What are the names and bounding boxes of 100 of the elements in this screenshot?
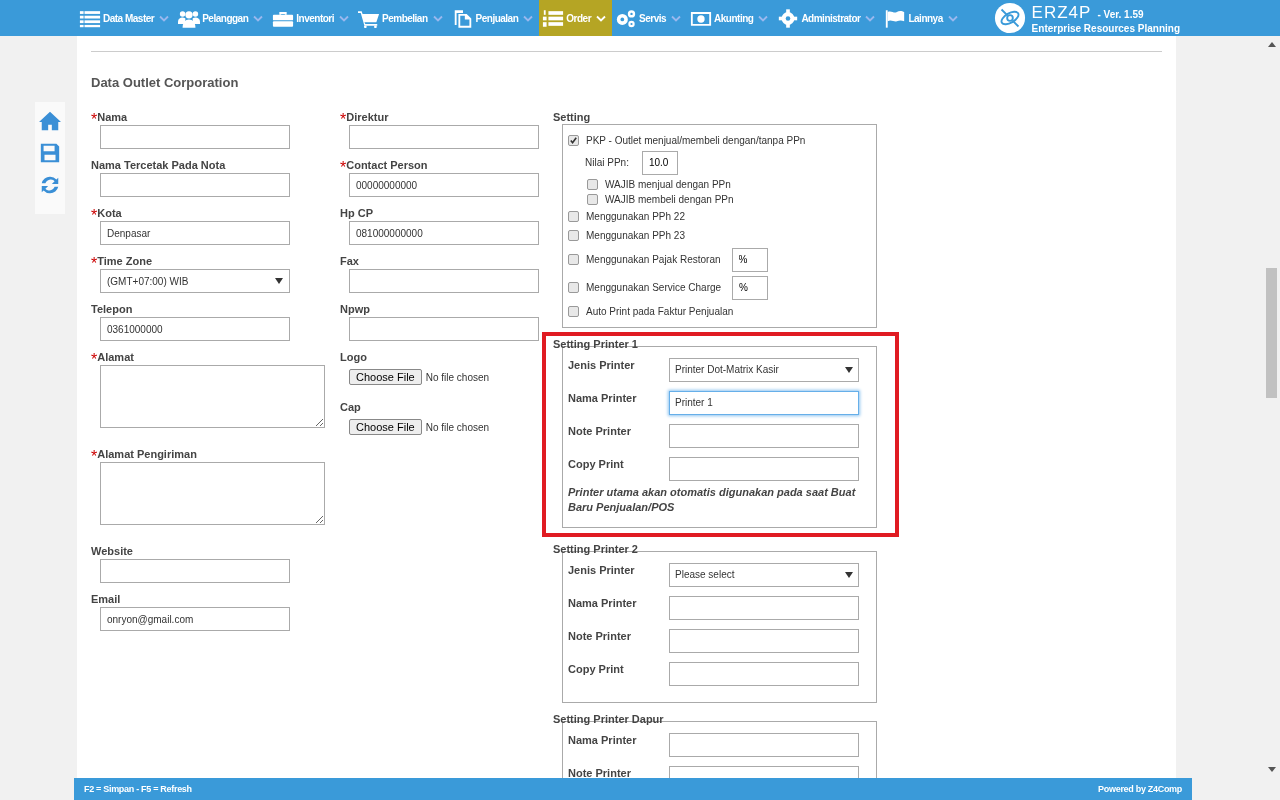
input-field[interactable] [669, 628, 859, 653]
field-label: Nilai PPn: [585, 157, 629, 168]
list-icon [79, 8, 101, 28]
home-icon[interactable] [39, 110, 61, 132]
field-label: Nama Tercetak Pada Nota [91, 159, 226, 173]
field-label: Note Printer [568, 767, 631, 778]
required-mark: * [340, 111, 347, 129]
scroll-down-icon[interactable] [1267, 767, 1276, 772]
input-field[interactable] [669, 423, 859, 448]
file-status: No file chosen [425, 371, 490, 383]
field-label: Kota [97, 207, 122, 221]
required-mark: * [91, 448, 98, 466]
field-label: Jenis Printer [568, 359, 635, 371]
flag-icon [884, 8, 907, 28]
form-title: Data Outlet Corporation [91, 75, 240, 90]
field-label: Copy Print [568, 458, 624, 470]
chevron-icon [947, 14, 958, 22]
chevron-icon [671, 14, 682, 22]
cart-icon [358, 8, 380, 28]
checkbox[interactable] [568, 254, 579, 265]
checkbox[interactable] [587, 178, 598, 190]
checkbox[interactable] [568, 230, 579, 242]
scroll-up-icon[interactable] [1267, 42, 1276, 47]
field-label: Direktur [346, 111, 389, 125]
section-title: Setting [553, 111, 591, 123]
input-field[interactable] [349, 125, 539, 149]
chevron-icon [596, 14, 607, 22]
option-label: WAJIB menjual dengan PPn [605, 178, 731, 190]
input-field[interactable] [349, 317, 539, 341]
refresh-icon[interactable] [39, 174, 61, 196]
field-label: Alamat [97, 351, 134, 365]
field-label: Cap [340, 401, 361, 415]
brand-name: ERZ4P [1031, 2, 1092, 23]
required-mark: * [91, 351, 98, 369]
option-label: Menggunakan Pajak Restoran [586, 254, 721, 265]
chevron-icon [432, 14, 443, 22]
field-label: Time Zone [97, 255, 153, 269]
chevron-icon [159, 14, 170, 22]
numbered-list-icon [542, 8, 565, 28]
caret-icon [845, 571, 853, 578]
shortcut-hint: F2 = Simpan - F5 = Refresh [84, 784, 192, 794]
input-field[interactable]: onryon@gmail.com [100, 607, 290, 631]
note-text: Printer utama akan otomatis digunakan pada saat Buat Baru Penjualan/POS [568, 485, 857, 515]
field-label: Npwp [340, 303, 370, 317]
option-label: PKP - Outlet menjual/membeli dengan/tanpa PPn [586, 135, 806, 147]
choose-file-button[interactable]: Choose File [349, 419, 422, 435]
chevron-icon [339, 14, 349, 22]
input-field[interactable]: 0361000000 [100, 317, 290, 341]
field-label: Nama Printer [568, 734, 637, 746]
checkbox[interactable] [568, 282, 579, 293]
checkbox[interactable] [568, 305, 579, 317]
input-field[interactable] [349, 269, 539, 293]
checkbox[interactable] [568, 210, 579, 222]
input-field[interactable] [669, 595, 859, 620]
field-label: Note Printer [568, 630, 631, 642]
choose-file-button[interactable]: Choose File [349, 369, 422, 385]
field-label: Telepon [91, 303, 133, 317]
credit-text: Powered by Z4Comp [1098, 784, 1182, 794]
scrollbar-thumb[interactable] [1266, 268, 1277, 398]
option-label: Menggunakan PPh 23 [586, 230, 685, 242]
required-mark: * [340, 159, 347, 177]
chevron-icon [523, 14, 534, 22]
chevron-icon [758, 14, 769, 22]
input-field[interactable]: 10.0 [641, 150, 678, 175]
input-field[interactable] [669, 661, 859, 686]
field-label: Website [91, 545, 133, 559]
field-label: Jenis Printer [568, 564, 635, 576]
field-label: Email [91, 593, 121, 607]
input-field[interactable]: Denpasar [100, 221, 290, 245]
input-field[interactable] [100, 173, 290, 197]
input-field[interactable] [669, 456, 859, 481]
option-label: WAJIB membeli dengan PPn [605, 193, 734, 205]
select-field[interactable]: Please select [669, 562, 859, 587]
required-mark: * [91, 111, 98, 129]
caret-icon [275, 278, 283, 284]
users-icon [178, 8, 201, 28]
input-field[interactable]: 081000000000 [349, 221, 539, 245]
textarea-field[interactable] [100, 462, 325, 525]
save-icon[interactable] [39, 142, 61, 164]
option-label: Menggunakan PPh 22 [586, 210, 685, 222]
brand-tagline: Enterprise Resources Planning [1031, 22, 1180, 34]
checkbox[interactable] [568, 135, 579, 147]
caret-icon [845, 366, 853, 373]
input-field[interactable]: Printer 1 [669, 390, 859, 415]
textarea-field[interactable] [100, 365, 325, 428]
field-label: Nama Printer [568, 597, 637, 609]
option-label: Auto Print pada Faktur Penjualan [586, 305, 734, 317]
required-mark: * [91, 255, 98, 273]
input-field[interactable]: 00000000000 [349, 173, 539, 197]
input-field[interactable] [100, 559, 290, 583]
percent-field[interactable]: % [731, 247, 768, 272]
select-field[interactable]: (GMT+07:00) WIB [100, 269, 290, 293]
select-field[interactable]: Printer Dot-Matrix Kasir [669, 357, 859, 382]
field-label: Fax [340, 255, 359, 269]
field-label: Hp CP [340, 207, 373, 221]
input-field[interactable] [100, 125, 290, 149]
checkbox[interactable] [587, 193, 598, 205]
version-label: - Ver. 1.59 [1097, 8, 1144, 20]
input-field[interactable] [669, 732, 859, 757]
percent-field[interactable]: % [732, 275, 769, 300]
